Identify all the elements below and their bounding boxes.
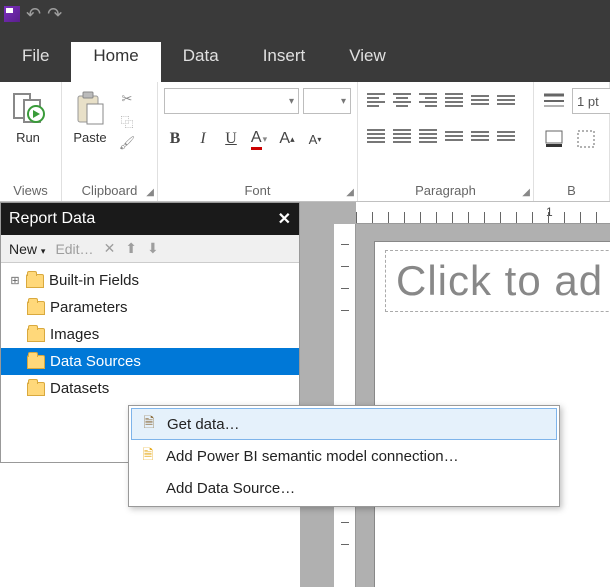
group-label-font: Font◢: [164, 181, 351, 201]
font-size-dropdown[interactable]: ▾: [303, 88, 351, 114]
group-label-clipboard: Clipboard◢: [68, 181, 151, 201]
undo-button[interactable]: ↶: [26, 5, 41, 23]
menu-item-get-data[interactable]: 🗎 Get data…: [131, 408, 557, 440]
ribbon-group-font: ▾ ▾ B I U A▾ A▴ A▾ Font◢: [158, 82, 358, 201]
folder-icon: [27, 382, 45, 396]
panel-title: Report Data: [9, 210, 95, 228]
dialog-launcher-icon[interactable]: ◢: [146, 187, 154, 198]
title-placeholder[interactable]: Click to ad: [385, 250, 610, 312]
ribbon-group-views: Run Views: [0, 82, 62, 201]
powerbi-icon: 🗎: [139, 444, 157, 468]
shrink-font-button[interactable]: A▾: [304, 128, 326, 150]
chevron-down-icon: ▾: [289, 96, 294, 107]
bold-button[interactable]: B: [164, 128, 186, 150]
tab-home[interactable]: Home: [71, 42, 160, 82]
ribbon-group-paragraph: Paragraph◢: [358, 82, 534, 201]
border-width-dropdown[interactable]: 1 pt: [572, 88, 610, 114]
panel-header: Report Data ✕: [1, 203, 299, 235]
delete-icon: ✕: [104, 240, 116, 257]
tab-file[interactable]: File: [0, 42, 71, 82]
save-icon[interactable]: [4, 6, 20, 22]
tree-item-data-sources[interactable]: Data Sources: [1, 348, 299, 375]
folder-icon: [26, 274, 44, 288]
font-color-button[interactable]: A▾: [248, 128, 270, 150]
underline-button[interactable]: U: [220, 128, 242, 150]
quick-access-toolbar: ↶ ↷: [0, 0, 610, 28]
redo-button[interactable]: ↷: [47, 5, 62, 23]
decrease-indent-button[interactable]: [442, 124, 466, 148]
bullets-button[interactable]: [468, 88, 492, 112]
border-style-button[interactable]: [540, 88, 568, 114]
folder-icon: [27, 301, 45, 315]
format-painter-icon[interactable]: 🖌: [118, 134, 136, 152]
tree-item-datasets[interactable]: Datasets: [1, 375, 299, 402]
line-spacing-button[interactable]: [494, 124, 518, 148]
tree-item-builtin-fields[interactable]: ⊞Built-in Fields: [1, 267, 299, 294]
borders-button[interactable]: [572, 126, 600, 152]
align-right-button[interactable]: [416, 88, 440, 112]
border-color-button[interactable]: [540, 126, 568, 152]
clipboard-mini: ✂ ⿻ 🖌: [118, 88, 136, 152]
italic-button[interactable]: I: [192, 128, 214, 150]
run-button[interactable]: Run: [6, 88, 50, 147]
font-family-dropdown[interactable]: ▾: [164, 88, 299, 114]
group-label-border: B: [540, 181, 603, 201]
tab-view[interactable]: View: [327, 42, 408, 82]
tree-item-parameters[interactable]: Parameters: [1, 294, 299, 321]
move-up-icon: ⬆: [125, 240, 137, 257]
align-bottom-button[interactable]: [416, 124, 440, 148]
group-label-views: Views: [6, 181, 55, 201]
context-menu: 🗎 Get data… 🗎 Add Power BI semantic mode…: [128, 405, 560, 507]
ribbon-tabs: File Home Data Insert View: [0, 28, 610, 82]
menu-item-add-powerbi-connection[interactable]: 🗎 Add Power BI semantic model connection…: [131, 440, 557, 472]
expand-icon[interactable]: ⊞: [9, 274, 21, 287]
get-data-icon: 🗎: [140, 412, 158, 436]
tab-data[interactable]: Data: [161, 42, 241, 82]
paste-button[interactable]: Paste: [68, 88, 112, 147]
move-down-icon: ⬇: [147, 240, 159, 257]
dialog-launcher-icon[interactable]: ◢: [346, 187, 354, 198]
paste-label: Paste: [73, 130, 106, 145]
ribbon-group-clipboard: Paste ✂ ⿻ 🖌 Clipboard◢: [62, 82, 158, 201]
run-icon: [10, 90, 46, 126]
run-label: Run: [16, 130, 40, 145]
increase-indent-button[interactable]: [468, 124, 492, 148]
ribbon: Run Views Paste ✂ ⿻ 🖌 Clipboard◢ ▾ ▾: [0, 82, 610, 202]
horizontal-ruler: 1: [356, 202, 610, 224]
align-middle-button[interactable]: [390, 124, 414, 148]
edit-button: Edit…: [55, 241, 93, 257]
design-canvas[interactable]: 1 Click to ad: [300, 202, 610, 587]
new-menu[interactable]: New ▾: [9, 241, 45, 257]
grow-font-button[interactable]: A▴: [276, 128, 298, 150]
folder-icon: [27, 355, 45, 369]
justify-button[interactable]: [442, 88, 466, 112]
menu-item-add-data-source[interactable]: Add Data Source…: [131, 472, 557, 504]
folder-icon: [27, 328, 45, 342]
cut-icon[interactable]: ✂: [118, 90, 136, 108]
tab-insert[interactable]: Insert: [241, 42, 328, 82]
ribbon-group-border: 1 pt B: [534, 82, 610, 201]
panel-toolbar: New ▾ Edit… ✕ ⬆ ⬇: [1, 235, 299, 263]
align-center-button[interactable]: [390, 88, 414, 112]
numbering-button[interactable]: [494, 88, 518, 112]
close-icon[interactable]: ✕: [278, 209, 291, 229]
group-label-paragraph: Paragraph◢: [364, 181, 527, 201]
dialog-launcher-icon[interactable]: ◢: [522, 187, 530, 198]
copy-icon[interactable]: ⿻: [118, 112, 136, 130]
align-top-button[interactable]: [364, 124, 388, 148]
paste-icon: [72, 90, 108, 126]
chevron-down-icon: ▾: [341, 96, 346, 107]
align-left-button[interactable]: [364, 88, 388, 112]
tree-item-images[interactable]: Images: [1, 321, 299, 348]
